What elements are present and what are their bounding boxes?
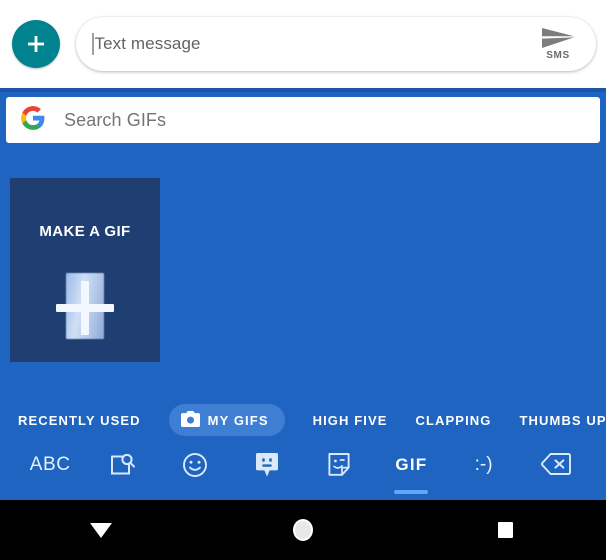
message-placeholder: Text message: [94, 34, 201, 53]
plus-icon: [25, 33, 47, 55]
make-a-gif-plus-icon: [56, 273, 114, 339]
text-caret: [92, 33, 94, 55]
tab-recently-used[interactable]: RECENTLY USED: [18, 404, 141, 436]
compose-row: Text message SMS: [0, 0, 606, 88]
send-button[interactable]: SMS: [530, 27, 586, 61]
gif-search-input[interactable]: Search GIFs: [6, 97, 600, 143]
camera-icon: [180, 410, 200, 430]
recents-square-icon: [497, 522, 513, 538]
keyboard-abc-button[interactable]: ABC: [22, 445, 78, 497]
tab-thumbs-up[interactable]: THUMBS UP: [520, 404, 606, 436]
bitmoji-avatar-icon: [255, 452, 279, 478]
keyboard-emoticon-button[interactable]: :-): [456, 445, 512, 497]
backspace-icon: [540, 452, 571, 476]
gif-category-tabs: RECENTLY USED MY GIFS HIGH FIVE CLAPPING…: [0, 398, 606, 442]
home-circle-icon: [293, 519, 313, 541]
tab-label: CLAPPING: [415, 412, 492, 428]
add-attachment-button[interactable]: [12, 20, 60, 68]
android-navigation-bar: [0, 500, 606, 560]
keyboard-emoji-button[interactable]: [167, 445, 223, 497]
nav-recents-button[interactable]: [404, 500, 606, 560]
keyboard-sticker-button[interactable]: [311, 445, 367, 497]
gif-text: GIF: [395, 455, 428, 474]
keyboard-bitmoji-button[interactable]: [239, 445, 295, 497]
tab-my-gifs[interactable]: MY GIFS: [168, 404, 285, 436]
google-g-icon: [20, 105, 46, 136]
tab-label: MY GIFS: [207, 412, 269, 428]
tab-label: HIGH FIVE: [312, 412, 388, 428]
message-input-field[interactable]: Text message SMS: [76, 17, 596, 71]
gif-picker-panel: Search GIFs MAKE A GIF RECENTLY USED MY …: [0, 88, 606, 500]
nav-home-button[interactable]: [202, 500, 404, 560]
tab-label: RECENTLY USED: [18, 412, 141, 428]
emoticon-text: :-): [474, 454, 493, 475]
make-a-gif-label: MAKE A GIF: [39, 223, 131, 240]
keyboard-backspace-button[interactable]: [528, 445, 584, 497]
tab-label: THUMBS UP: [519, 412, 606, 428]
back-triangle-icon: [90, 522, 112, 538]
gif-search-placeholder: Search GIFs: [64, 109, 167, 130]
keyboard-image-search-button[interactable]: [94, 445, 150, 497]
nav-back-button[interactable]: [0, 500, 202, 560]
gif-search-row: Search GIFs: [0, 92, 606, 148]
selected-tab-indicator: [394, 490, 429, 494]
keyboard-gif-button[interactable]: GIF: [383, 445, 439, 497]
abc-text: ABC: [29, 454, 71, 475]
tab-high-five[interactable]: HIGH FIVE: [313, 404, 388, 436]
make-a-gif-tile[interactable]: MAKE A GIF: [10, 178, 160, 362]
send-type-label: SMS: [546, 50, 570, 61]
tab-clapping[interactable]: CLAPPING: [416, 404, 492, 436]
sticker-icon: [326, 452, 352, 478]
keyboard-toolbar: ABC GIF:-): [0, 445, 606, 500]
send-icon: [541, 27, 575, 49]
screen: Text message SMS Search GIFs MAKE A GIF …: [0, 0, 606, 560]
emoji-smiley-icon: [182, 452, 208, 478]
image-search-icon: [109, 452, 136, 478]
